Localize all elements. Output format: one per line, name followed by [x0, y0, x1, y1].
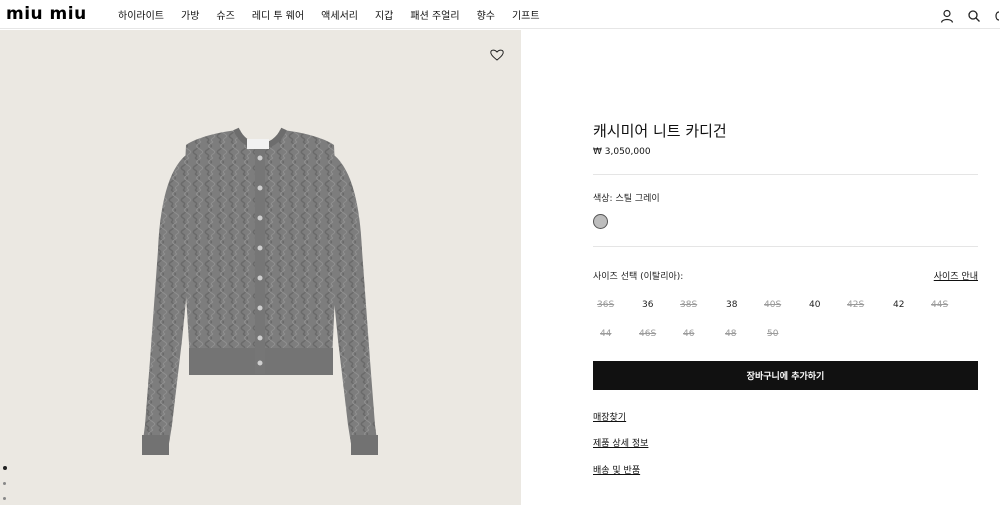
nav-item-fragrance[interactable]: 향수 — [477, 7, 495, 22]
brand-logo[interactable]: miu miu — [6, 4, 87, 24]
product-image[interactable] — [0, 30, 521, 505]
size-option[interactable]: 46S — [639, 329, 656, 339]
nav-item-wallets[interactable]: 지갑 — [375, 7, 393, 22]
add-to-cart-button[interactable]: 장바구니에 추가하기 — [593, 361, 978, 390]
nav-item-bags[interactable]: 가방 — [181, 7, 199, 22]
size-option[interactable]: 46 — [683, 329, 694, 339]
user-icon[interactable] — [940, 8, 954, 23]
cardigan-illustration — [142, 127, 378, 455]
size-option[interactable]: 36S — [597, 300, 614, 310]
image-dot-1[interactable] — [3, 466, 7, 470]
size-option[interactable]: 50 — [767, 329, 778, 339]
nav-item-highlights[interactable]: 하이라이트 — [118, 7, 164, 22]
wishlist-heart-icon[interactable] — [490, 46, 506, 61]
nav-item-accessories[interactable]: 액세서리 — [321, 7, 358, 22]
product-details-link[interactable]: 제품 상세 정보 — [593, 436, 648, 449]
top-header: miu miu 하이라이트 가방 슈즈 레디 투 웨어 액세서리 지갑 패션 주… — [0, 0, 1000, 29]
size-option[interactable]: 42 — [893, 300, 904, 310]
size-option[interactable]: 48 — [725, 329, 736, 339]
size-option[interactable]: 36 — [642, 300, 653, 310]
search-icon[interactable] — [967, 8, 981, 22]
store-locator-link[interactable]: 매장찾기 — [593, 410, 626, 423]
image-dot-3[interactable] — [3, 497, 6, 500]
image-pagination — [3, 466, 7, 505]
nav-item-fashion-jewelry[interactable]: 패션 주얼리 — [410, 7, 459, 22]
color-swatch-steel-grey[interactable] — [593, 214, 608, 229]
shipping-returns-link[interactable]: 배송 및 반품 — [593, 463, 640, 476]
size-option[interactable]: 38 — [726, 300, 737, 310]
divider — [593, 246, 978, 247]
image-dot-2[interactable] — [3, 482, 6, 485]
nav-item-gifts[interactable]: 기프트 — [512, 7, 540, 22]
cart-icon[interactable] — [994, 8, 1000, 22]
color-label: 색상: 스틸 그레이 — [593, 194, 660, 204]
header-icons — [927, 0, 1000, 29]
size-label: 사이즈 선택 (이탈리아): — [593, 272, 684, 282]
divider — [593, 174, 978, 175]
size-option[interactable]: 40S — [764, 300, 781, 310]
size-option[interactable]: 38S — [680, 300, 697, 310]
product-price: ₩ 3,050,000 — [593, 147, 651, 157]
nav-item-shoes[interactable]: 슈즈 — [216, 7, 234, 22]
main-nav: 하이라이트 가방 슈즈 레디 투 웨어 액세서리 지갑 패션 주얼리 향수 기프… — [118, 0, 557, 29]
nav-item-ready-to-wear[interactable]: 레디 투 웨어 — [252, 7, 304, 22]
size-option[interactable]: 44 — [600, 329, 611, 339]
product-title: 캐시미어 니트 카디건 — [593, 122, 727, 140]
size-option[interactable]: 44S — [931, 300, 948, 310]
size-guide-link[interactable]: 사이즈 안내 — [934, 269, 978, 282]
size-option[interactable]: 42S — [847, 300, 864, 310]
size-option[interactable]: 40 — [809, 300, 820, 310]
